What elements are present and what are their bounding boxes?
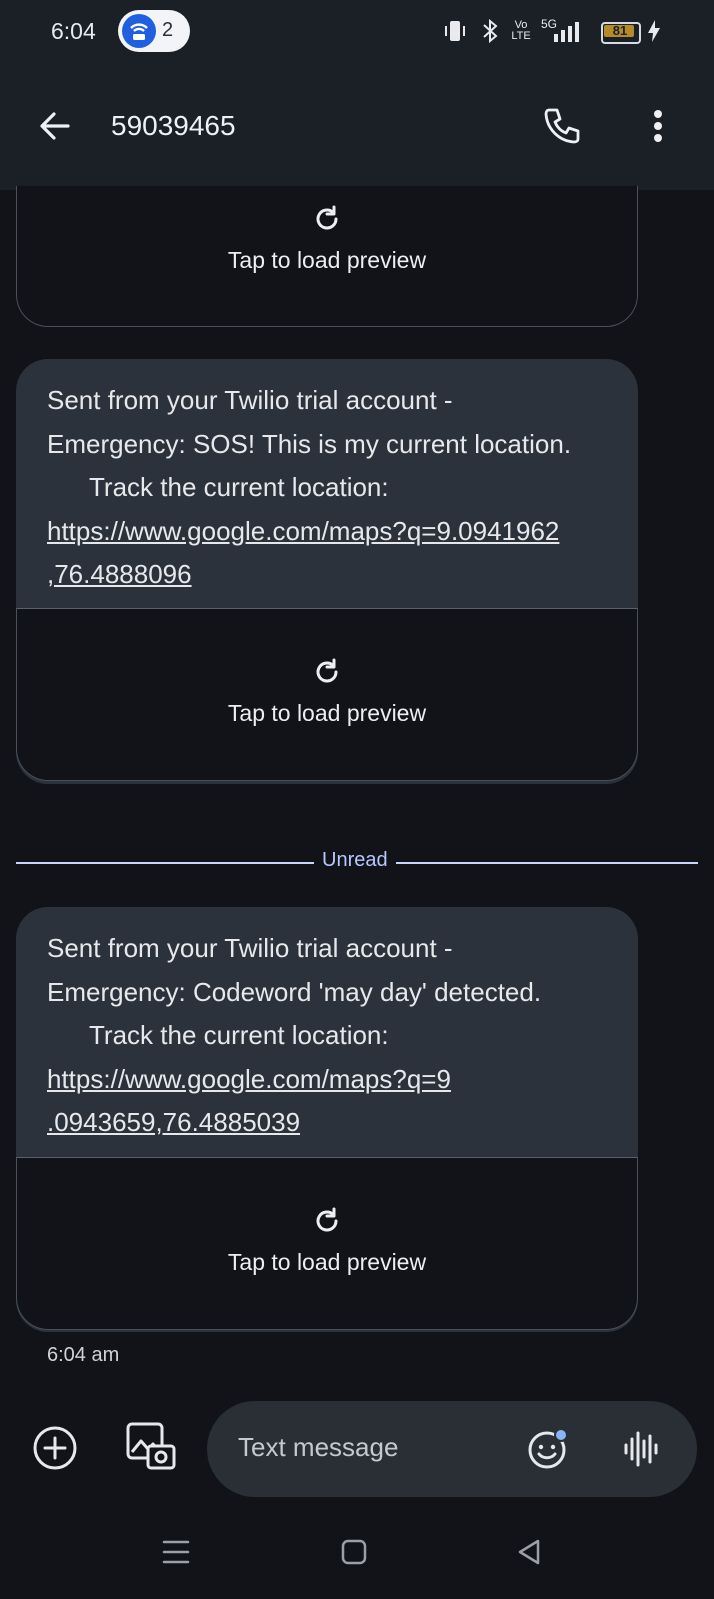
reload-icon — [312, 1206, 342, 1241]
location-link[interactable]: https://www.google.com/maps?q=9 — [47, 1064, 451, 1094]
unread-divider-left — [16, 862, 314, 864]
voice-message-icon[interactable] — [622, 1427, 662, 1471]
message-line: Sent from your Twilio trial account - — [47, 385, 453, 415]
phone-icon[interactable] — [540, 104, 584, 148]
signal-icon — [554, 22, 582, 47]
message-bubble[interactable]: Sent from your Twilio trial account - Em… — [16, 359, 638, 784]
volte-label: Vo LTE — [511, 19, 531, 42]
preview-label: Tap to load preview — [227, 1249, 427, 1275]
text-message-input[interactable] — [238, 1432, 498, 1463]
battery-level: 81 — [612, 23, 628, 38]
conversation-header — [0, 64, 714, 190]
location-link[interactable]: https://www.google.com/maps?q=9.0941962 — [47, 516, 559, 546]
location-link-continued[interactable]: ,76.4888096 — [47, 559, 192, 589]
preview-label: Tap to load preview — [227, 700, 427, 726]
emoji-icon[interactable] — [526, 1427, 570, 1471]
back-arrow-icon[interactable] — [34, 104, 78, 148]
message-line: Emergency: Codeword 'may day' detected. — [47, 976, 542, 1007]
message-line: Emergency: SOS! This is my current locat… — [47, 428, 572, 459]
vibrate-icon — [444, 18, 466, 49]
conversation-title: 59039465 — [111, 110, 236, 141]
link-preview[interactable]: Tap to load preview — [16, 1157, 638, 1330]
link-preview[interactable]: Tap to load preview — [16, 608, 638, 781]
more-vert-icon[interactable] — [640, 104, 676, 148]
location-link-continued[interactable]: .0943659,76.4885039 — [47, 1107, 300, 1137]
message-line: Sent from your Twilio trial account - — [47, 933, 453, 963]
recent-apps-icon[interactable] — [160, 1534, 192, 1570]
unread-divider-right — [396, 862, 698, 864]
hotspot-icon — [122, 14, 156, 48]
charging-icon — [646, 19, 662, 49]
reload-icon — [312, 204, 342, 239]
add-attachment-icon[interactable] — [31, 1424, 79, 1472]
preview-label: Tap to load preview — [227, 247, 427, 273]
message-bubble[interactable]: Sent from your Twilio trial account - Em… — [16, 907, 638, 1332]
message-timestamp: 6:04 am — [47, 1344, 120, 1366]
bluetooth-icon — [478, 18, 504, 49]
link-preview[interactable]: Tap to load preview — [16, 186, 638, 327]
reload-icon — [312, 657, 342, 692]
unread-label: Unread — [322, 849, 388, 871]
message-line: Track the current location: — [89, 1020, 389, 1050]
gallery-camera-icon[interactable] — [124, 1420, 178, 1474]
message-line: Track the current location: — [89, 472, 389, 502]
status-time: 6:04 — [51, 18, 96, 44]
notification-count: 2 — [162, 19, 174, 41]
home-icon[interactable] — [340, 1538, 368, 1566]
nav-back-icon[interactable] — [516, 1538, 542, 1566]
